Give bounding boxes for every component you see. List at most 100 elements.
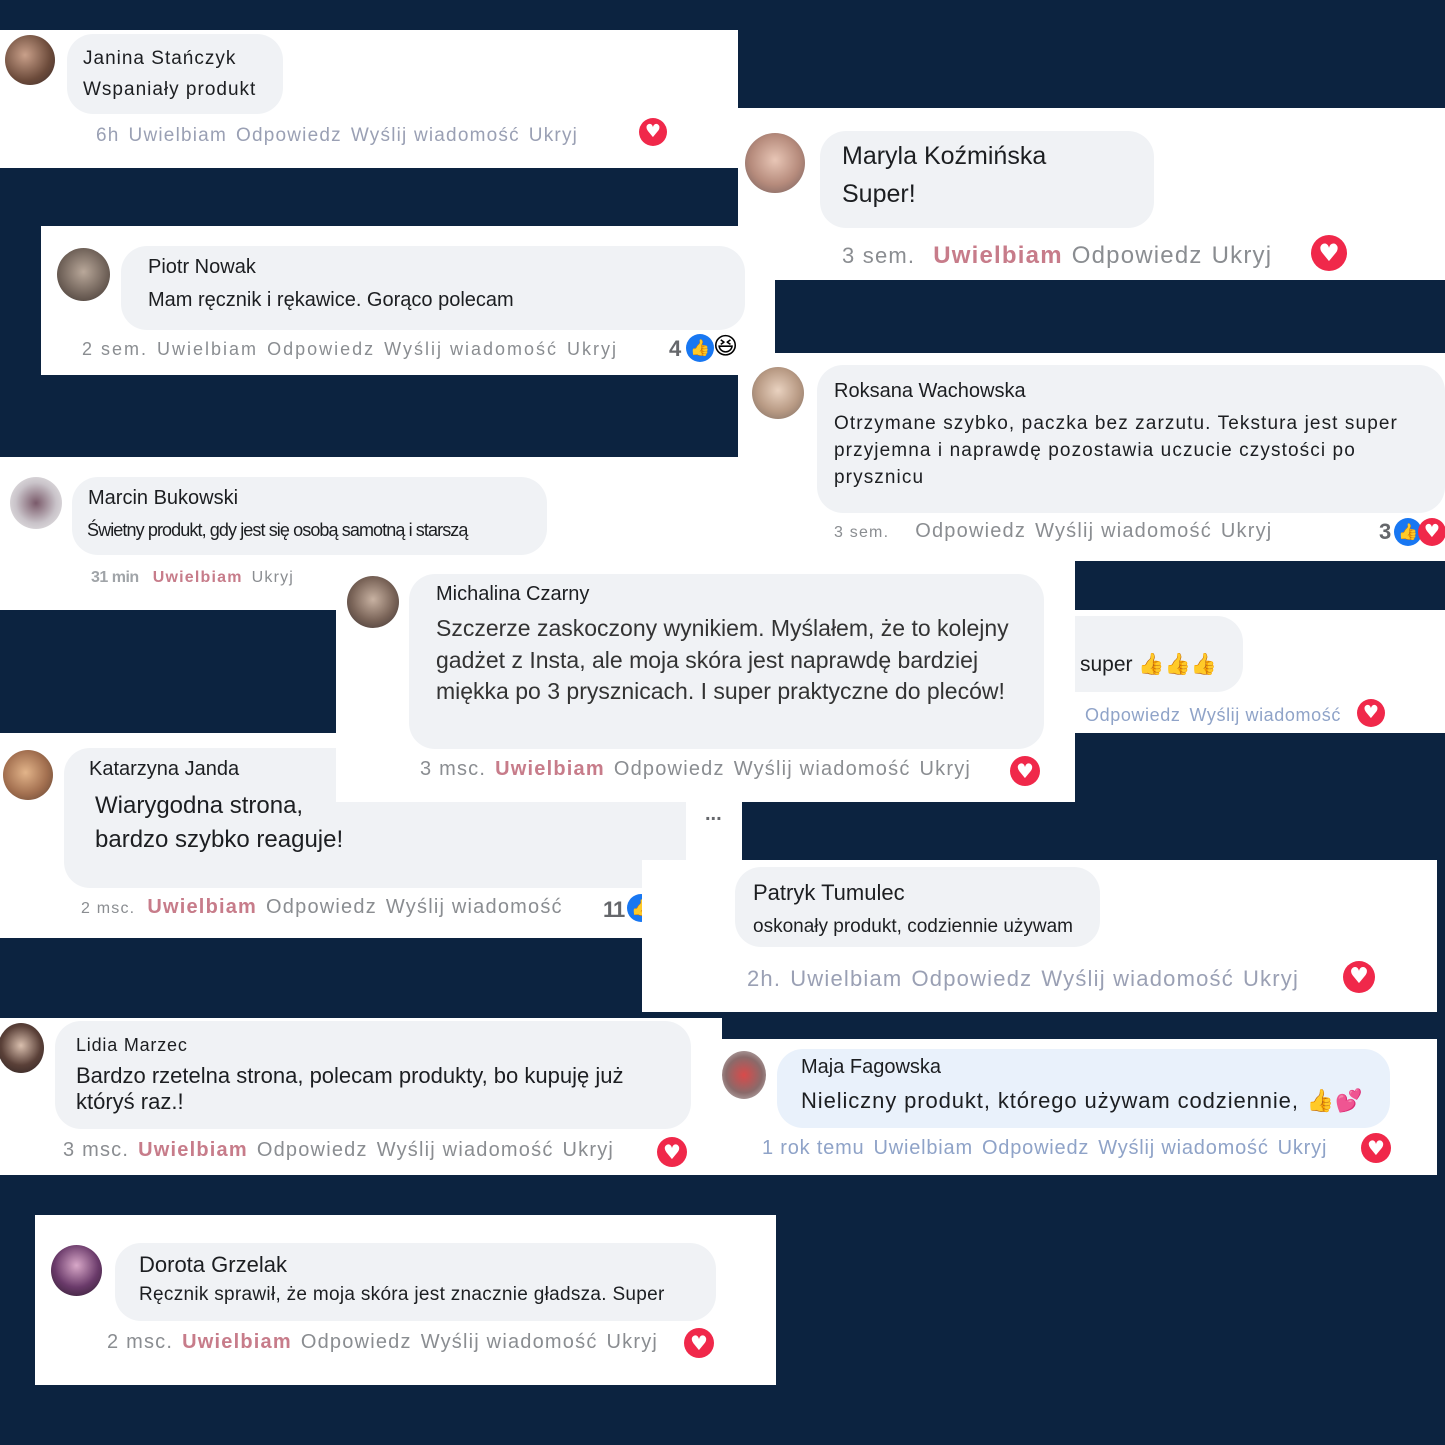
hide-button[interactable]: Ukryj: [1221, 520, 1273, 542]
reply-button[interactable]: Odpowiedz: [915, 520, 1026, 542]
hide-button[interactable]: Ukryj: [529, 125, 578, 146]
timestamp[interactable]: 2 msc.: [107, 1331, 173, 1353]
comment-actions: 3 msc. Uwielbiam Odpowiedz Wyślij wiadomość…: [63, 1139, 623, 1162]
comment-card-lidia: Lidia Marzec Bardzo rzetelna strona, pol…: [0, 1018, 722, 1175]
like-button[interactable]: Uwielbiam: [147, 896, 257, 918]
heart-reaction-icon[interactable]: [684, 1328, 714, 1358]
commenter-name[interactable]: Lidia Marzec: [76, 1035, 188, 1056]
heart-reaction-icon[interactable]: [1357, 699, 1385, 727]
avatar[interactable]: [5, 35, 55, 85]
send-message-button[interactable]: Wyślij wiadomość: [1041, 966, 1234, 991]
hide-button[interactable]: Ukryj: [252, 569, 294, 586]
comment-text: Wiarygodna strona, bardzo szybko reaguje…: [95, 792, 344, 853]
avatar[interactable]: [0, 1023, 44, 1073]
reply-button[interactable]: Odpowiedz: [267, 339, 375, 359]
reply-button[interactable]: Odpowiedz: [614, 758, 725, 780]
like-button[interactable]: Uwielbiam: [129, 125, 227, 146]
comment-text: Otrzymane szybko, paczka bez zarzutu. Te…: [834, 413, 1398, 488]
send-message-button[interactable]: Wyślij wiadomość: [421, 1331, 598, 1353]
heart-reaction-icon[interactable]: [657, 1137, 687, 1167]
like-button[interactable]: Uwielbiam: [182, 1331, 292, 1353]
avatar[interactable]: [347, 576, 399, 628]
avatar[interactable]: [3, 750, 53, 800]
timestamp[interactable]: 3 msc.: [63, 1139, 129, 1161]
timestamp[interactable]: 3 sem.: [834, 524, 889, 541]
timestamp[interactable]: 1 rok temu: [762, 1137, 864, 1159]
comment-actions: 2 msc. Uwielbiam Odpowiedz Wyślij wiadomość: [81, 896, 572, 919]
timestamp[interactable]: 3 msc.: [420, 758, 486, 780]
like-button[interactable]: Uwielbiam: [790, 966, 902, 991]
like-button[interactable]: Uwielbiam: [157, 339, 258, 359]
more-options-icon[interactable]: ...: [705, 803, 722, 826]
timestamp[interactable]: 2h.: [747, 966, 781, 991]
like-reaction-icon[interactable]: 👍: [686, 334, 714, 362]
heart-reaction-icon[interactable]: [1418, 518, 1445, 546]
hide-button[interactable]: Ukryj: [1243, 966, 1299, 991]
send-message-button[interactable]: Wyślij wiadomość: [351, 125, 520, 146]
heart-reaction-icon[interactable]: [639, 118, 667, 146]
reply-button[interactable]: Odpowiedz: [911, 966, 1032, 991]
hide-button[interactable]: Ukryj: [1278, 1137, 1328, 1159]
reply-button[interactable]: Odpowiedz: [301, 1331, 412, 1353]
send-message-button[interactable]: Wyślij wiadomość: [1098, 1137, 1268, 1159]
send-message-button[interactable]: Wyślij wiadomość: [1035, 520, 1212, 542]
timestamp[interactable]: 2 msc.: [81, 900, 135, 917]
commenter-name[interactable]: Patryk Tumulec: [753, 880, 905, 906]
commenter-name[interactable]: Michalina Czarny: [436, 583, 589, 606]
send-message-button[interactable]: Wyślij wiadomość: [734, 758, 911, 780]
comment-card-super: super 👍👍👍 Odpowiedz Wyślij wiadomość: [1075, 610, 1445, 733]
avatar[interactable]: [752, 367, 804, 419]
commenter-name[interactable]: Maryla Koźmińska: [842, 142, 1046, 171]
reaction-count[interactable]: 4: [669, 336, 681, 362]
avatar[interactable]: [57, 248, 110, 301]
timestamp[interactable]: 31 min: [91, 569, 139, 586]
commenter-name[interactable]: Roksana Wachowska: [834, 380, 1026, 403]
hide-button[interactable]: Ukryj: [1212, 242, 1273, 269]
like-button[interactable]: Uwielbiam: [495, 758, 605, 780]
reply-button[interactable]: Odpowiedz: [982, 1137, 1089, 1159]
reply-button[interactable]: Odpowiedz: [257, 1139, 368, 1161]
hide-button[interactable]: Ukryj: [920, 758, 972, 780]
reaction-count[interactable]: 11: [603, 897, 625, 923]
commenter-name[interactable]: Piotr Nowak: [148, 256, 256, 279]
heart-reaction-icon[interactable]: [1010, 756, 1040, 786]
commenter-name[interactable]: Marcin Bukowski: [88, 487, 238, 510]
comment-text-value: super: [1080, 653, 1133, 676]
like-button[interactable]: Uwielbiam: [933, 242, 1063, 269]
commenter-name[interactable]: Dorota Grzelak: [139, 1252, 287, 1278]
send-message-button[interactable]: Wyślij wiadomość: [377, 1139, 554, 1161]
like-button[interactable]: Uwielbiam: [153, 569, 243, 586]
heart-reaction-icon[interactable]: [1311, 235, 1347, 271]
reply-button[interactable]: Odpowiedz: [1085, 705, 1180, 725]
reply-button[interactable]: Odpowiedz: [236, 125, 342, 146]
commenter-name[interactable]: Janina Stańczyk: [83, 48, 236, 70]
like-button[interactable]: Uwielbiam: [873, 1137, 972, 1159]
timestamp[interactable]: 3 sem.: [842, 243, 915, 268]
comment-text: Bardzo rzetelna strona, polecam produkty…: [76, 1063, 624, 1114]
heart-reaction-icon[interactable]: [1343, 961, 1375, 993]
avatar[interactable]: [745, 133, 805, 193]
timestamp[interactable]: 2 sem.: [82, 339, 148, 359]
send-message-button[interactable]: Wyślij wiadomość: [384, 339, 558, 359]
heart-reaction-icon[interactable]: [1361, 1133, 1391, 1163]
hide-button[interactable]: Ukryj: [563, 1139, 615, 1161]
timestamp[interactable]: 6h: [96, 125, 120, 146]
send-message-button[interactable]: Wyślij wiadomość: [386, 896, 563, 918]
comment-actions: 2 msc. Uwielbiam Odpowiedz Wyślij wiadomość…: [107, 1331, 667, 1354]
reply-button[interactable]: Odpowiedz: [266, 896, 377, 918]
avatar[interactable]: [722, 1051, 766, 1099]
comment-text: Mam ręcznik i rękawice. Gorąco polecam: [148, 289, 514, 311]
reaction-count[interactable]: 3: [1379, 519, 1391, 545]
comment-card-janina: Janina Stańczyk Wspaniały produkt 6h Uwie…: [0, 30, 738, 168]
send-message-button[interactable]: Wyślij wiadomość: [1189, 705, 1340, 725]
laugh-reaction-icon[interactable]: 😆: [713, 332, 738, 360]
like-button[interactable]: Uwielbiam: [138, 1139, 248, 1161]
hide-button[interactable]: Ukryj: [567, 339, 618, 359]
avatar[interactable]: [51, 1245, 102, 1296]
commenter-name[interactable]: Katarzyna Janda: [89, 758, 239, 781]
avatar[interactable]: [10, 477, 62, 529]
hide-button[interactable]: Ukryj: [607, 1331, 659, 1353]
reply-button[interactable]: Odpowiedz: [1072, 242, 1203, 269]
thumbs-up-heart-emoji: 👍💕: [1306, 1089, 1364, 1114]
commenter-name[interactable]: Maja Fagowska: [801, 1056, 941, 1079]
